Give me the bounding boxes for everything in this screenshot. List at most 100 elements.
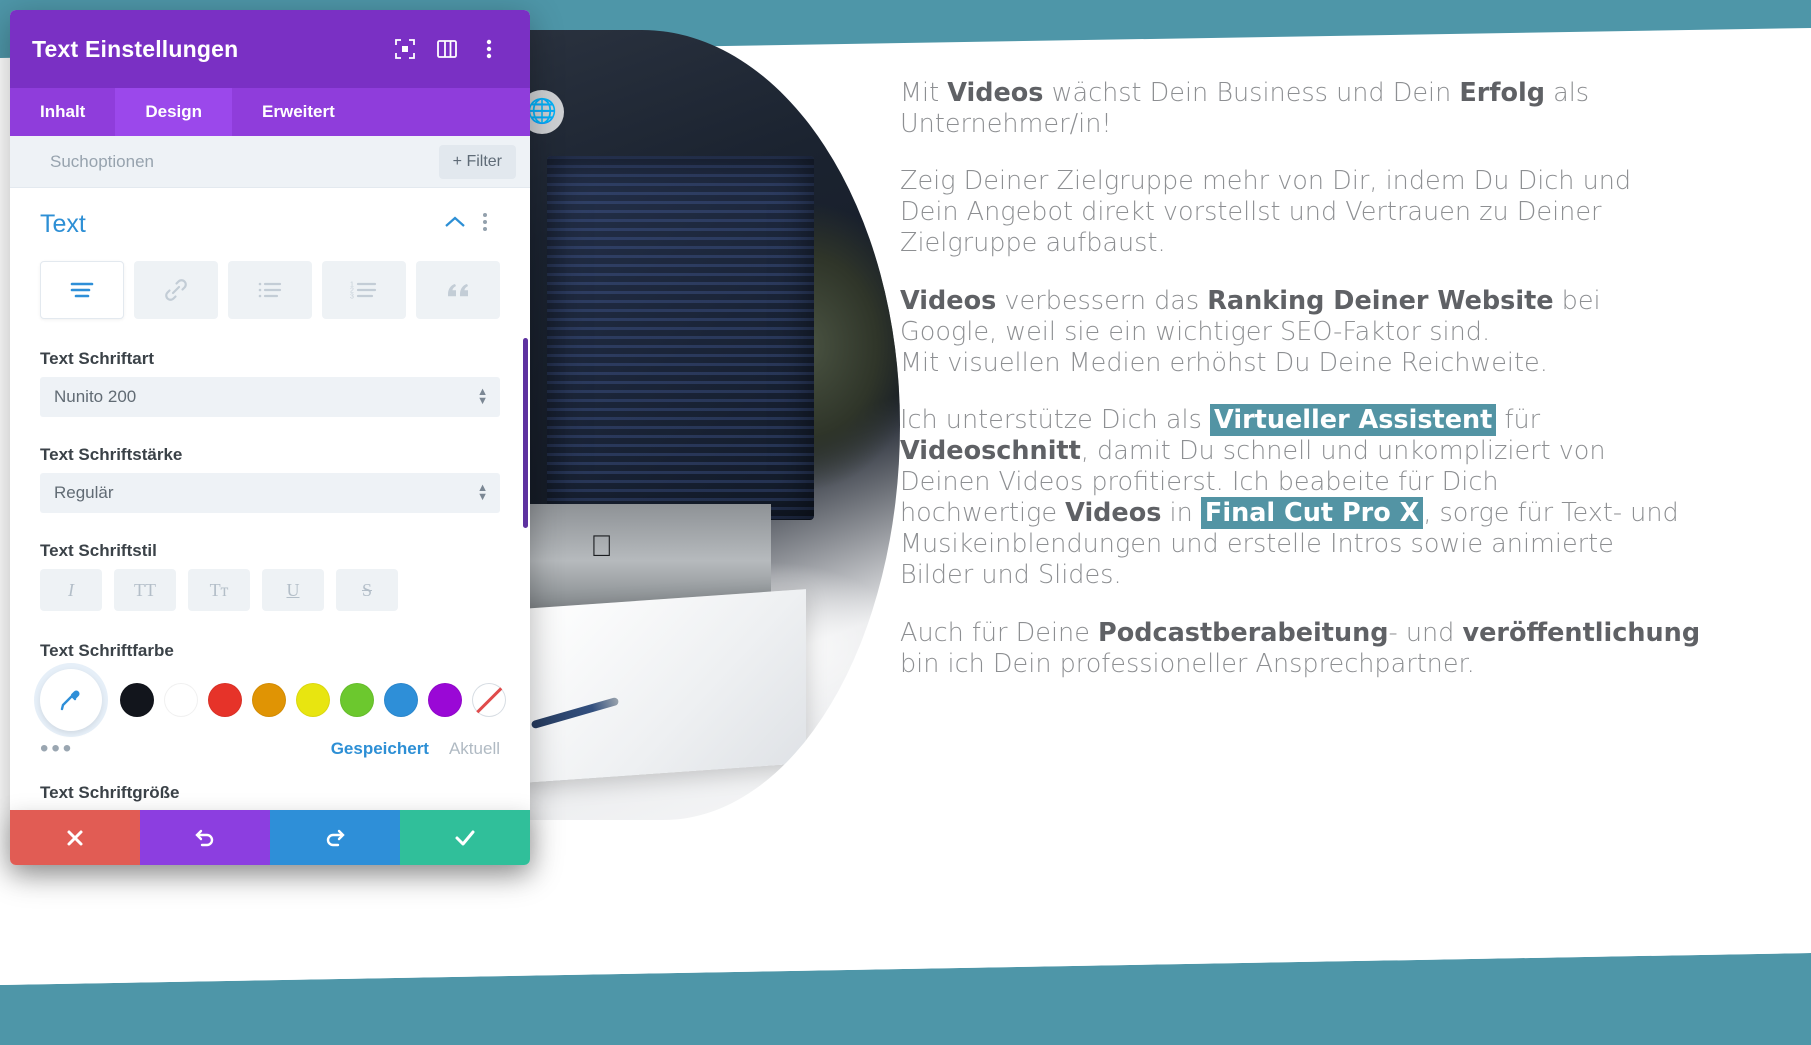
swatch-blue[interactable]	[384, 683, 418, 717]
modal-action-bar	[10, 810, 530, 865]
body-text: verbessern das	[996, 285, 1208, 316]
swatch-none[interactable]	[472, 683, 506, 717]
color-swatch-row	[40, 669, 506, 731]
tab-erweitert[interactable]: Erweitert	[232, 88, 365, 136]
body-text: Bilder und Slides.	[900, 560, 1122, 591]
swatch-green[interactable]	[340, 683, 374, 717]
font-style-button-row: I TT Tᴛ U S	[40, 569, 500, 611]
body-text: bin ich Dein professioneller Ansprechpar…	[900, 648, 1475, 679]
body-text: Zeig Deiner Zielgruppe mehr von Dir, ind…	[900, 166, 1632, 197]
text-settings-modal: Text Einstellungen Inhalt Design Erweite…	[10, 10, 530, 865]
body-paragraph: Auch für Deine Podcastberabeitung- und v…	[900, 617, 1700, 680]
tab-inhalt[interactable]: Inhalt	[10, 88, 115, 136]
body-text: Deinen Videos profitierst. Ich beabeite …	[900, 467, 1499, 498]
bold-text: Erfolg	[1459, 78, 1545, 108]
undo-button[interactable]	[140, 810, 270, 865]
body-text: Zielgruppe aufbaust.	[900, 228, 1166, 259]
body-text: Musikeinblendungen und erstelle Intros s…	[900, 529, 1614, 560]
page-root:  🌐 Mit Videos wächst Dein Business und …	[0, 0, 1811, 1045]
body-paragraph: Ich unterstütze Dich als Virtueller Assi…	[900, 403, 1679, 592]
apple-logo-icon: 	[590, 531, 613, 562]
underline-icon[interactable]: U	[262, 569, 324, 611]
font-size-label: Text Schriftgröße	[40, 783, 180, 802]
body-text: Mit visuellen Medien erhöhst Du Deine Re…	[900, 347, 1548, 378]
bold-text: Videos	[947, 78, 1044, 108]
swatch-red[interactable]	[208, 683, 242, 717]
body-text: - und	[1388, 617, 1463, 648]
layout-panel-icon[interactable]	[428, 30, 466, 68]
uppercase-icon[interactable]: TT	[114, 569, 176, 611]
saved-colors-link[interactable]: Gespeichert	[331, 739, 429, 759]
swatch-black[interactable]	[120, 683, 154, 717]
chevron-up-icon[interactable]	[440, 215, 470, 234]
save-button[interactable]	[400, 810, 530, 865]
ordered-list-icon[interactable]: 1 2 3	[322, 261, 406, 319]
font-family-select[interactable]: Nunito 200	[40, 377, 500, 417]
cancel-button[interactable]	[10, 810, 140, 865]
page-title: Text Einstellungen	[32, 35, 239, 62]
font-weight-label: Text Schriftstärke	[40, 445, 183, 464]
modal-header: Text Einstellungen	[10, 10, 530, 88]
swatch-white[interactable]	[164, 683, 198, 717]
body-text: , damit Du schnell und unkompliziert von	[1080, 435, 1606, 466]
highlighted-text: Final Cut Pro X	[1200, 497, 1424, 530]
body-text: bei	[1553, 285, 1601, 316]
swatch-purple[interactable]	[428, 683, 462, 717]
link-icon[interactable]	[134, 261, 218, 319]
eyedropper-icon[interactable]	[40, 669, 102, 731]
search-input[interactable]	[50, 151, 439, 172]
body-text: Google, weil sie ein wichtiger SEO-Fakto…	[900, 316, 1491, 347]
body-text: Auch für Deine	[900, 617, 1098, 648]
font-weight-select-wrap: Regulär ▲ ▼	[40, 473, 500, 513]
small-caps-icon[interactable]: Tᴛ	[188, 569, 250, 611]
hero-image: 	[470, 30, 900, 820]
bold-text: Ranking Deiner Website	[1207, 285, 1554, 316]
body-paragraph: Zeig Deiner Zielgruppe mehr von Dir, ind…	[900, 166, 1631, 259]
font-weight-select[interactable]: Regulär	[40, 473, 500, 513]
body-paragraph: Mit Videos wächst Dein Business und Dein…	[900, 78, 1600, 140]
paragraph-text-icon[interactable]	[40, 261, 124, 319]
blockquote-icon[interactable]	[416, 261, 500, 319]
body-paragraph: Videos verbessern das Ranking Deiner Web…	[900, 285, 1601, 379]
page-body-copy: Mit Videos wächst Dein Business und Dein…	[900, 78, 1700, 706]
body-text: als	[1544, 78, 1590, 108]
unordered-list-icon[interactable]	[228, 261, 312, 319]
more-colors-icon[interactable]: •••	[40, 737, 311, 761]
section-more-vertical-icon[interactable]	[470, 212, 500, 238]
text-type-tab-row: 1 2 3	[40, 261, 500, 319]
body-text: Dein Angebot direkt vorstellst und Vertr…	[900, 197, 1602, 228]
font-family-label: Text Schriftart	[40, 349, 154, 368]
current-colors-link[interactable]: Aktuell	[449, 739, 500, 759]
bold-text: Videos	[1065, 498, 1162, 529]
body-text: hochwertige	[900, 498, 1066, 529]
redo-button[interactable]	[270, 810, 400, 865]
modal-scrollbar-thumb[interactable]	[523, 338, 528, 528]
more-vertical-icon[interactable]	[470, 30, 508, 68]
body-text: Ich unterstütze Dich als	[900, 404, 1211, 435]
section-title: Text	[40, 210, 86, 238]
filter-button[interactable]: + Filter	[438, 144, 516, 179]
highlighted-text: Virtueller Assistent	[1210, 403, 1497, 436]
body-text: Mit	[900, 78, 948, 108]
focus-target-icon[interactable]	[386, 30, 424, 68]
strikethrough-icon[interactable]: S	[336, 569, 398, 611]
paper-sheet	[521, 588, 806, 783]
font-style-label: Text Schriftstil	[40, 541, 157, 560]
swatch-yellow[interactable]	[296, 683, 330, 717]
modal-tabs: Inhalt Design Erweitert	[10, 88, 530, 136]
italic-icon[interactable]: I	[40, 569, 102, 611]
body-text: , sorge für Text- und	[1423, 498, 1679, 529]
bold-text: Videos	[900, 285, 997, 316]
font-color-label: Text Schriftfarbe	[40, 641, 174, 660]
bold-text: Videoschnitt	[900, 435, 1081, 466]
swatch-orange[interactable]	[252, 683, 286, 717]
tab-design[interactable]: Design	[115, 88, 233, 136]
body-text: in	[1161, 498, 1201, 529]
modal-body: Text 1 2 3 Text Schriftart Nunito 200 ▲ …	[10, 188, 530, 865]
svg-text:3: 3	[350, 294, 354, 300]
bold-text: Podcastberabeitung	[1098, 617, 1389, 648]
bold-text: veröffentlichung	[1462, 617, 1701, 648]
search-bar: + Filter	[10, 136, 530, 188]
body-text: Unternehmer/in!	[900, 109, 1112, 140]
body-text: für	[1496, 404, 1541, 435]
